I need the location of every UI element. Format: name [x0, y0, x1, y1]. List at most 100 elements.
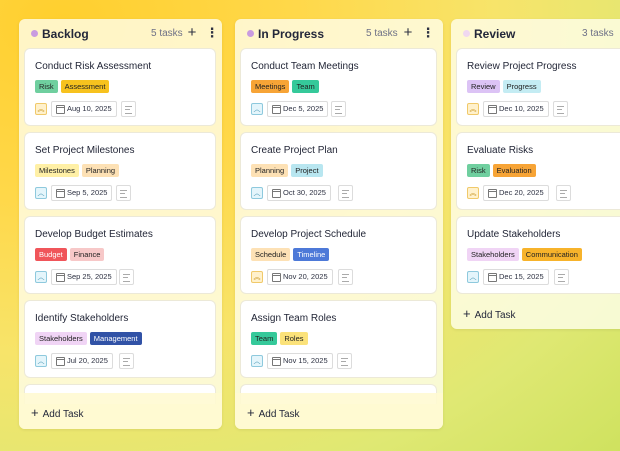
description-button[interactable] — [338, 185, 353, 201]
task-title: Evaluate Risks — [467, 145, 534, 156]
priority-medium-icon[interactable]: ︿ — [251, 355, 263, 367]
tag: Team — [292, 80, 319, 93]
priority-medium-icon[interactable]: ︿ — [35, 355, 47, 367]
due-date[interactable]: Aug 10, 2025 — [51, 101, 117, 117]
due-date-text: Sep 25, 2025 — [67, 272, 112, 281]
add-task-button[interactable]: + Add Task — [463, 306, 516, 321]
description-button[interactable] — [337, 353, 352, 369]
calendar-icon — [488, 273, 497, 282]
tag: Risk — [35, 80, 58, 93]
task-title: Update Stakeholders — [467, 229, 561, 240]
priority-medium-icon[interactable]: ︿ — [251, 187, 263, 199]
task-card[interactable]: Review Project Progress Review Progress … — [456, 48, 620, 126]
task-card[interactable]: Create Project Plan Planning Project ︿ O… — [240, 132, 437, 210]
priority-medium-icon[interactable]: ︿ — [251, 103, 263, 115]
priority-high-icon[interactable]: ︽ — [467, 187, 479, 199]
due-date-text: Dec 10, 2025 — [499, 104, 544, 113]
tag-list: Meetings Team — [251, 80, 319, 93]
due-date-text: Sep 5, 2025 — [67, 188, 108, 197]
due-date[interactable]: Dec 20, 2025 — [483, 185, 549, 201]
description-button[interactable] — [331, 101, 346, 117]
task-card[interactable]: Develop Budget Estimates Budget Finance … — [24, 216, 216, 294]
tag-list: Team Roles — [251, 332, 308, 345]
task-card[interactable]: Conduct Team Meetings Meetings Team ︿ De… — [240, 48, 437, 126]
tag: Timeline — [293, 248, 330, 261]
calendar-icon — [272, 105, 281, 114]
task-card[interactable]: Conduct Risk Assessment Risk Assessment … — [24, 48, 216, 126]
description-button[interactable] — [119, 269, 134, 285]
tag-list: Milestones Planning — [35, 164, 120, 177]
more-options-icon[interactable]: ⋮ — [204, 24, 220, 42]
priority-high-icon[interactable]: ︽ — [35, 103, 47, 115]
due-date[interactable]: Nov 15, 2025 — [267, 353, 333, 369]
description-icon — [342, 274, 349, 282]
description-button[interactable] — [553, 101, 568, 117]
task-card[interactable]: Set Project Milestones Milestones Planni… — [24, 132, 216, 210]
plus-icon: + — [247, 405, 255, 420]
task-card[interactable]: Update Stakeholders Stakeholders Communi… — [456, 216, 620, 294]
description-button[interactable] — [554, 269, 569, 285]
task-count: 3 tasks — [582, 28, 614, 39]
calendar-icon — [488, 105, 497, 114]
calendar-icon — [272, 357, 281, 366]
description-button[interactable] — [116, 185, 131, 201]
due-date[interactable]: Nov 20, 2025 — [267, 269, 333, 285]
task-card[interactable]: Develop Project Schedule Schedule Timeli… — [240, 216, 437, 294]
tag: Communication — [521, 248, 582, 261]
calendar-icon — [56, 105, 65, 114]
priority-high-icon[interactable]: ︽ — [467, 103, 479, 115]
task-title: Review Project Progress — [467, 61, 577, 72]
tag: Review — [467, 80, 500, 93]
due-date[interactable]: Oct 30, 2025 — [267, 185, 331, 201]
description-icon — [335, 106, 342, 114]
task-card[interactable]: Evaluate Risks Risk Evaluation ︽ Dec 20,… — [456, 132, 620, 210]
add-task-button[interactable]: + Add Task — [247, 405, 300, 420]
priority-medium-icon[interactable]: ︿ — [35, 271, 47, 283]
tag: Planning — [81, 164, 120, 177]
description-button[interactable] — [556, 185, 571, 201]
tag: Planning — [251, 164, 289, 177]
tag: Milestones — [35, 164, 79, 177]
task-count: 5 tasks — [151, 28, 183, 39]
tag-list: Risk Evaluation — [467, 164, 536, 177]
due-date[interactable]: Jul 20, 2025 — [51, 353, 113, 369]
calendar-icon — [488, 189, 497, 198]
column-header: Review 3 tasks — [451, 19, 620, 47]
description-button[interactable] — [119, 353, 134, 369]
status-dot-icon — [31, 30, 38, 37]
add-task-button[interactable]: + Add Task — [31, 405, 84, 420]
description-icon — [123, 274, 130, 282]
task-count: 5 tasks — [366, 28, 398, 39]
column-header: In Progress 5 tasks + ⋮ — [235, 19, 443, 47]
description-button[interactable] — [121, 101, 136, 117]
tag-list: Budget Finance — [35, 248, 105, 261]
task-card[interactable]: Assign Team Roles Team Roles ︿ Nov 15, 2… — [240, 300, 437, 378]
status-dot-icon — [247, 30, 254, 37]
due-date-text: Dec 20, 2025 — [499, 188, 544, 197]
tag: Project — [291, 164, 323, 177]
task-title: Identify Stakeholders — [35, 313, 129, 324]
due-date[interactable]: Dec 5, 2025 — [267, 101, 329, 117]
tag: Schedule — [251, 248, 291, 261]
due-date[interactable]: Sep 25, 2025 — [51, 269, 117, 285]
tag: Budget — [35, 248, 67, 261]
description-icon — [557, 106, 564, 114]
task-card[interactable]: Identify Stakeholders Stakeholders Manag… — [24, 300, 216, 378]
add-card-icon[interactable]: + — [184, 24, 200, 42]
due-date[interactable]: Sep 5, 2025 — [51, 185, 113, 201]
priority-medium-icon[interactable]: ︿ — [467, 271, 479, 283]
tag: Assessment — [60, 80, 110, 93]
description-button[interactable] — [338, 269, 353, 285]
due-date[interactable]: Dec 10, 2025 — [483, 101, 549, 117]
priority-high-icon[interactable]: ︽ — [251, 271, 263, 283]
priority-medium-icon[interactable]: ︿ — [35, 187, 47, 199]
add-card-icon[interactable]: + — [400, 24, 416, 42]
description-icon — [560, 190, 567, 198]
add-task-label: Add Task — [474, 310, 516, 321]
tag: Risk — [467, 164, 490, 177]
due-date[interactable]: Dec 15, 2025 — [483, 269, 549, 285]
more-options-icon[interactable]: ⋮ — [420, 24, 436, 42]
task-title: Conduct Team Meetings — [251, 61, 359, 72]
tag-list: Risk Assessment — [35, 80, 110, 93]
column-backlog: Backlog 5 tasks + ⋮ Conduct Risk Assessm… — [19, 19, 222, 429]
